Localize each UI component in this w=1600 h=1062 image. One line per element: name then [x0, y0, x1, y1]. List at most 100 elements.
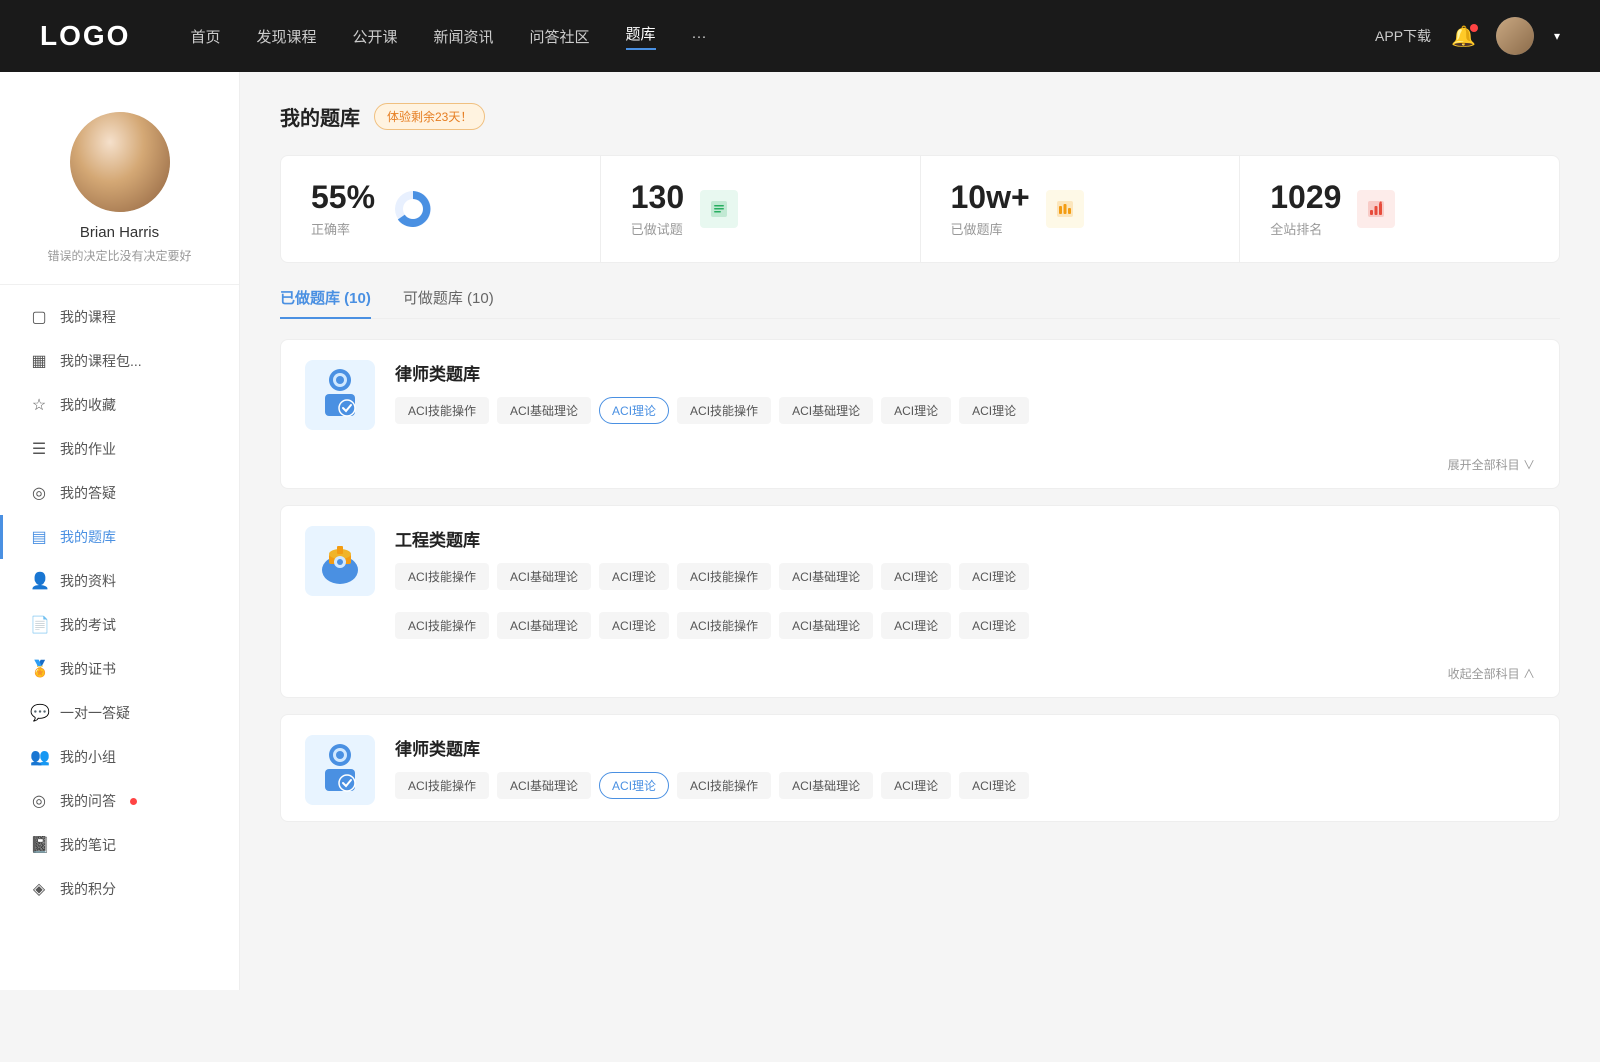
tag-item[interactable]: ACI基础理论 [779, 612, 873, 639]
notification-bell[interactable]: 🔔 [1451, 24, 1476, 49]
tag-item[interactable]: ACI基础理论 [497, 772, 591, 799]
profile-icon: 👤 [30, 571, 48, 591]
sidebar-item-qbank[interactable]: ▤ 我的题库 [0, 515, 239, 559]
page-title-row: 我的题库 体验剩余23天！ [280, 102, 1560, 131]
sidebar-item-label: 一对一答疑 [60, 703, 130, 723]
tag-item[interactable]: ACI理论 [881, 563, 951, 590]
tag-item[interactable]: ACI基础理论 [497, 397, 591, 424]
sidebar-item-1on1[interactable]: 💬 一对一答疑 [0, 691, 239, 735]
sidebar-item-favorites[interactable]: ☆ 我的收藏 [0, 383, 239, 427]
tag-item[interactable]: ACI理论 [959, 612, 1029, 639]
tag-item[interactable]: ACI技能操作 [395, 397, 489, 424]
qbank-card-3-tags: ACI技能操作 ACI基础理论 ACI理论 ACI技能操作 ACI基础理论 AC… [395, 772, 1535, 799]
sidebar-item-label: 我的题库 [60, 527, 116, 547]
tag-item[interactable]: ACI基础理论 [497, 563, 591, 590]
sidebar-item-group[interactable]: 👥 我的小组 [0, 735, 239, 779]
sidebar-item-my-courses[interactable]: ▢ 我的课程 [0, 295, 239, 339]
tag-item[interactable]: ACI基础理论 [497, 612, 591, 639]
stat-questions: 130 已做试题 [601, 156, 921, 262]
sidebar-item-points[interactable]: ◈ 我的积分 [0, 867, 239, 911]
tag-item[interactable]: ACI基础理论 [779, 772, 873, 799]
sidebar-item-notes[interactable]: 📓 我的笔记 [0, 823, 239, 867]
tag-item[interactable]: ACI技能操作 [395, 772, 489, 799]
tag-item[interactable]: ACI技能操作 [677, 612, 771, 639]
sidebar-item-label: 我的资料 [60, 571, 116, 591]
collapse-button[interactable]: 收起全部科目 ∧ [1448, 667, 1535, 681]
tag-item-active[interactable]: ACI理论 [599, 772, 669, 799]
lawyer-icon-wrap [305, 360, 375, 430]
nav-open-course[interactable]: 公开课 [352, 26, 397, 47]
stat-accuracy: 55% 正确率 [281, 156, 601, 262]
tag-item[interactable]: ACI理论 [881, 612, 951, 639]
sidebar-menu: ▢ 我的课程 ▦ 我的课程包... ☆ 我的收藏 ☰ 我的作业 ◎ 我的答疑 ▤… [0, 295, 239, 911]
qbank-card-2-tags-row1: ACI技能操作 ACI基础理论 ACI理论 ACI技能操作 ACI基础理论 AC… [395, 563, 1535, 590]
qbank-card-1-title: 律师类题库 [395, 360, 1535, 385]
tag-item[interactable]: ACI理论 [959, 563, 1029, 590]
nav-home[interactable]: 首页 [190, 26, 220, 47]
exam-icon: 📄 [30, 615, 48, 635]
qbank-card-2-title: 工程类题库 [395, 526, 1535, 551]
tag-item[interactable]: ACI技能操作 [395, 563, 489, 590]
nav-more[interactable]: ··· [692, 28, 707, 45]
main-content: 我的题库 体验剩余23天！ 55% 正确率 [240, 72, 1600, 990]
qa-icon: ◎ [30, 483, 48, 503]
stats-row: 55% 正确率 130 已做试题 [280, 155, 1560, 263]
qbank-card-1: 律师类题库 ACI技能操作 ACI基础理论 ACI理论 ACI技能操作 ACI基… [280, 339, 1560, 489]
sidebar-item-exam[interactable]: 📄 我的考试 [0, 603, 239, 647]
sidebar-item-qa[interactable]: ◎ 我的答疑 [0, 471, 239, 515]
tag-item[interactable]: ACI技能操作 [395, 612, 489, 639]
tag-item[interactable]: ACI基础理论 [779, 563, 873, 590]
tag-item[interactable]: ACI技能操作 [677, 563, 771, 590]
avatar[interactable] [1496, 17, 1534, 55]
nav-qbank[interactable]: 题库 [626, 23, 656, 50]
avatar-caret[interactable]: ▾ [1554, 29, 1560, 43]
stat-rank-label: 全站排名 [1270, 219, 1341, 238]
sidebar-item-label: 我的课程包... [60, 351, 142, 371]
lawyer-icon-3 [315, 741, 365, 799]
sidebar-item-label: 我的证书 [60, 659, 116, 679]
expand-button[interactable]: 展开全部科目 ∨ [1448, 458, 1535, 472]
engineer-icon [315, 532, 365, 590]
sidebar-item-homework[interactable]: ☰ 我的作业 [0, 427, 239, 471]
stat-accuracy-label: 正确率 [311, 219, 375, 238]
sidebar-item-course-packages[interactable]: ▦ 我的课程包... [0, 339, 239, 383]
stat-questions-text: 130 已做试题 [631, 180, 684, 238]
qbank-card-3: 律师类题库 ACI技能操作 ACI基础理论 ACI理论 ACI技能操作 ACI基… [280, 714, 1560, 822]
course-icon: ▢ [30, 307, 48, 327]
tag-item-active[interactable]: ACI理论 [599, 397, 669, 424]
tag-item[interactable]: ACI理论 [881, 397, 951, 424]
sidebar-item-label: 我的小组 [60, 747, 116, 767]
bell-dot [1470, 24, 1478, 32]
certificate-icon: 🏅 [30, 659, 48, 679]
sidebar-item-certificate[interactable]: 🏅 我的证书 [0, 647, 239, 691]
tag-item[interactable]: ACI理论 [959, 397, 1029, 424]
qbank-card-3-body: 律师类题库 ACI技能操作 ACI基础理论 ACI理论 ACI技能操作 ACI基… [395, 735, 1535, 799]
navbar-right: APP下载 🔔 ▾ [1375, 17, 1560, 55]
sidebar-motto: 错误的决定比没有决定要好 [47, 247, 191, 264]
tag-item[interactable]: ACI理论 [959, 772, 1029, 799]
navbar: LOGO 首页 发现课程 公开课 新闻资讯 问答社区 题库 ··· APP下载 … [0, 0, 1600, 72]
tab-available-banks[interactable]: 可做题库 (10) [403, 287, 494, 318]
app-download-link[interactable]: APP下载 [1375, 26, 1431, 46]
nav-courses[interactable]: 发现课程 [256, 26, 316, 47]
tag-item[interactable]: ACI基础理论 [779, 397, 873, 424]
qbank-card-3-header: 律师类题库 ACI技能操作 ACI基础理论 ACI理论 ACI技能操作 ACI基… [281, 715, 1559, 821]
nav-qa[interactable]: 问答社区 [530, 26, 590, 47]
stat-questions-icon-wrap [700, 190, 738, 228]
tag-item[interactable]: ACI理论 [599, 563, 669, 590]
tag-item[interactable]: ACI技能操作 [677, 397, 771, 424]
qbank-card-2: 工程类题库 ACI技能操作 ACI基础理论 ACI理论 ACI技能操作 ACI基… [280, 505, 1560, 698]
tag-item[interactable]: ACI理论 [881, 772, 951, 799]
tag-item[interactable]: ACI技能操作 [677, 772, 771, 799]
stat-accuracy-icon-wrap [391, 187, 435, 231]
sidebar-item-profile[interactable]: 👤 我的资料 [0, 559, 239, 603]
sidebar-item-label: 我的考试 [60, 615, 116, 635]
tag-item[interactable]: ACI理论 [599, 612, 669, 639]
sidebar-item-label: 我的答疑 [60, 483, 116, 503]
myqa-icon: ◎ [30, 791, 48, 811]
nav-news[interactable]: 新闻资讯 [434, 26, 494, 47]
rank-icon [1357, 190, 1395, 228]
sidebar-item-my-qa[interactable]: ◎ 我的问答 [0, 779, 239, 823]
tab-done-banks[interactable]: 已做题库 (10) [280, 287, 371, 318]
stat-banks-text: 10w+ 已做题库 [951, 180, 1030, 238]
